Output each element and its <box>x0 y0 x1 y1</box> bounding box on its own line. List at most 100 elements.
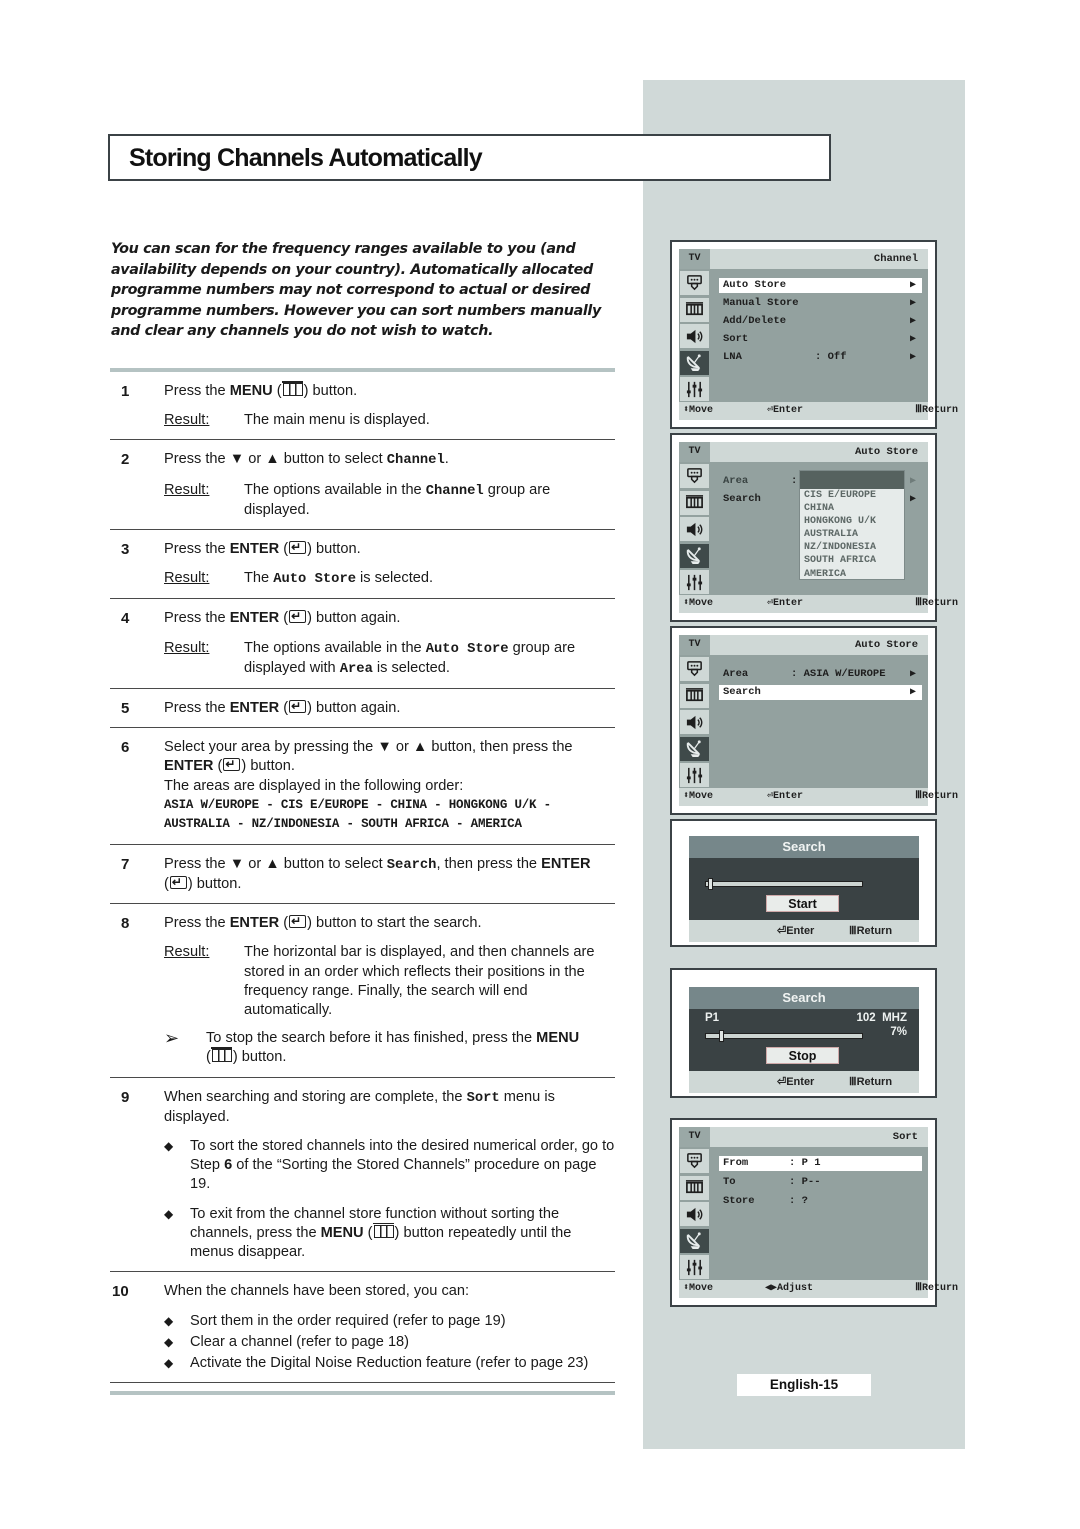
dropdown-option[interactable]: NZ/INDONESIA <box>800 541 904 554</box>
sound-icon[interactable] <box>680 324 709 348</box>
progress-percent: 7% <box>890 1026 907 1038</box>
picture-icon[interactable] <box>680 1149 709 1173</box>
osd-menu-item[interactable]: Add/Delete ▶ <box>719 314 922 329</box>
osd-header: TV Auto Store <box>679 635 928 655</box>
menu-grid-icon[interactable] <box>680 1175 709 1200</box>
right-arrow-icon: ▶ <box>909 476 916 487</box>
osd-channel-menu: TV Channel Auto Store ▶ Manual Store ▶ Add/D… <box>670 240 959 429</box>
result-label: Result: <box>164 481 210 498</box>
right-arrow-icon: ▶ <box>909 298 916 309</box>
channel-antenna-icon[interactable] <box>680 350 709 375</box>
menu-item-value: : Off <box>815 351 847 363</box>
search-progress-bar <box>705 1030 863 1042</box>
setup-sliders-icon[interactable] <box>680 377 709 401</box>
step-instruction: Select your area by pressing the ▼ or ▲ … <box>164 738 615 776</box>
area-dropdown[interactable]: CIS E/EUROPE CHINA HONGKONG U/K AUSTRALIA NZ… <box>799 470 905 580</box>
bullet-list: ◆ Sort them in the order required (refer … <box>164 1312 615 1374</box>
stop-button[interactable]: Stop <box>766 1047 839 1064</box>
osd-menu-item[interactable]: LNA: Off ▶ <box>719 350 922 365</box>
menu-item-label: Store <box>723 1195 755 1207</box>
step-number: 6 <box>121 739 130 757</box>
step-number: 10 <box>112 1283 129 1301</box>
channel-antenna-icon[interactable] <box>680 1228 709 1253</box>
step-number: 7 <box>121 855 130 873</box>
osd-header: TV Channel <box>679 249 928 269</box>
osd-menu-item[interactable]: Sort ▶ <box>719 332 922 347</box>
osd-menu-item[interactable]: From: P 1 <box>719 1156 922 1171</box>
setup-sliders-icon[interactable] <box>680 570 709 594</box>
dropdown-option[interactable]: HONGKONG U/K <box>800 515 904 528</box>
osd-menu-item[interactable]: To: P-- <box>719 1175 922 1190</box>
enter-hint: ⏎ Enter <box>767 405 804 416</box>
start-button[interactable]: Start <box>766 895 839 912</box>
menu-grid-icon[interactable] <box>680 683 709 708</box>
adjust-hint: ◀▶ Adjust <box>765 1283 814 1294</box>
search-panel: Search Start ⏎ Enter Ⅲ Return <box>689 836 919 942</box>
osd-footer: ⬍ Move ⏎ Enter Ⅲ Return <box>679 402 959 420</box>
picture-icon[interactable] <box>680 271 709 295</box>
return-hint: Ⅲ Return <box>915 598 959 609</box>
channel-antenna-icon[interactable] <box>680 736 709 761</box>
picture-icon[interactable] <box>680 657 709 681</box>
menu-item-label: To <box>723 1176 736 1188</box>
osd-menu-item[interactable]: Manual Store ▶ <box>719 296 922 311</box>
return-hint: Ⅲ Return <box>915 791 959 802</box>
page-title: Storing Channels Automatically <box>129 144 483 172</box>
sound-icon[interactable] <box>680 710 709 734</box>
step-8: 8 Press the ENTER () button to start the… <box>110 904 615 1078</box>
enter-icon <box>223 755 241 775</box>
dropdown-option[interactable]: SOUTH AFRICA <box>800 554 904 567</box>
dropdown-option[interactable]: AUSTRALIA <box>800 528 904 541</box>
return-hint: Ⅲ Return <box>915 405 959 416</box>
osd-icon-bar <box>679 462 710 595</box>
osd-row-search[interactable]: Search ▶ <box>719 685 922 700</box>
dropdown-option[interactable]: CIS E/EUROPE <box>800 489 904 502</box>
step-number: 2 <box>121 451 130 469</box>
osd-icon-bar <box>679 269 710 402</box>
step-instruction: Press the MENU () button. <box>164 381 358 399</box>
menu-item-value: : P 1 <box>789 1157 821 1169</box>
menu-item-value: : ? <box>789 1195 808 1207</box>
menu-grid-icon[interactable] <box>680 490 709 515</box>
dropdown-option[interactable]: CHINA <box>800 502 904 515</box>
step-9: 9 When searching and storing are complet… <box>110 1078 615 1273</box>
right-arrow-icon: ▶ <box>909 280 916 291</box>
osd-search-start: Search Start ⏎ Enter Ⅲ Return <box>670 819 937 947</box>
setup-sliders-icon[interactable] <box>680 1255 709 1279</box>
osd-row-area[interactable]: Area : ASIA W/EUROPE ▶ <box>719 667 922 682</box>
osd-footer: ⬍ Move ◀▶ Adjust Ⅲ Return <box>679 1280 958 1298</box>
step-10: 10 When the channels have been stored, y… <box>110 1272 615 1384</box>
enter-icon <box>289 912 307 931</box>
search-progress-bar <box>705 878 863 890</box>
menu-grid-icon[interactable] <box>680 297 709 322</box>
right-arrow-icon: ▶ <box>909 334 916 345</box>
area-order-line: ASIA W/EUROPE - CIS E/EUROPE - CHINA - H… <box>164 797 551 812</box>
step-result: Result: The options available in the Chan… <box>164 481 615 520</box>
osd-footer: ⬍ Move ⏎ Enter Ⅲ Return <box>679 595 959 613</box>
step-instruction: Press the ENTER () button. <box>164 538 615 559</box>
move-hint: ⬍ Move <box>683 405 714 416</box>
osd-menu-item[interactable]: Store : ? <box>719 1194 922 1209</box>
result-label: Result: <box>164 944 210 961</box>
osd-sort-menu: TV Sort From: P 1 To: P-- Store: ? ⬍ Move … <box>670 1118 958 1307</box>
step-3: 3 Press the ENTER () button. Result:The … <box>110 530 615 600</box>
step-instruction: When searching and storing are complete,… <box>164 1088 555 1125</box>
step-instruction: Press the ENTER () button again. <box>164 697 615 718</box>
step-instruction: When the channels have been stored, you … <box>164 1283 470 1300</box>
step-number: 9 <box>121 1088 130 1106</box>
bullet-item: ◆ Clear a channel (refer to page 18) <box>164 1333 615 1352</box>
osd-heading: Auto Store <box>854 639 918 651</box>
channel-antenna-icon[interactable] <box>680 543 709 568</box>
picture-icon[interactable] <box>680 464 709 488</box>
step-number: 5 <box>121 700 130 718</box>
dropdown-option[interactable]: AMERICA <box>800 568 904 581</box>
diamond-bullet-icon: ◆ <box>164 1355 174 1370</box>
dropdown-selected[interactable] <box>800 471 904 489</box>
right-arrow-icon: ▶ <box>909 669 916 680</box>
step-instruction: Press the ▼ or ▲ button to select Channe… <box>164 451 449 469</box>
osd-menu-item[interactable]: Auto Store ▶ <box>719 278 922 293</box>
setup-sliders-icon[interactable] <box>680 763 709 787</box>
osd-icon-bar <box>679 1147 710 1280</box>
sound-icon[interactable] <box>680 1202 709 1226</box>
sound-icon[interactable] <box>680 517 709 541</box>
